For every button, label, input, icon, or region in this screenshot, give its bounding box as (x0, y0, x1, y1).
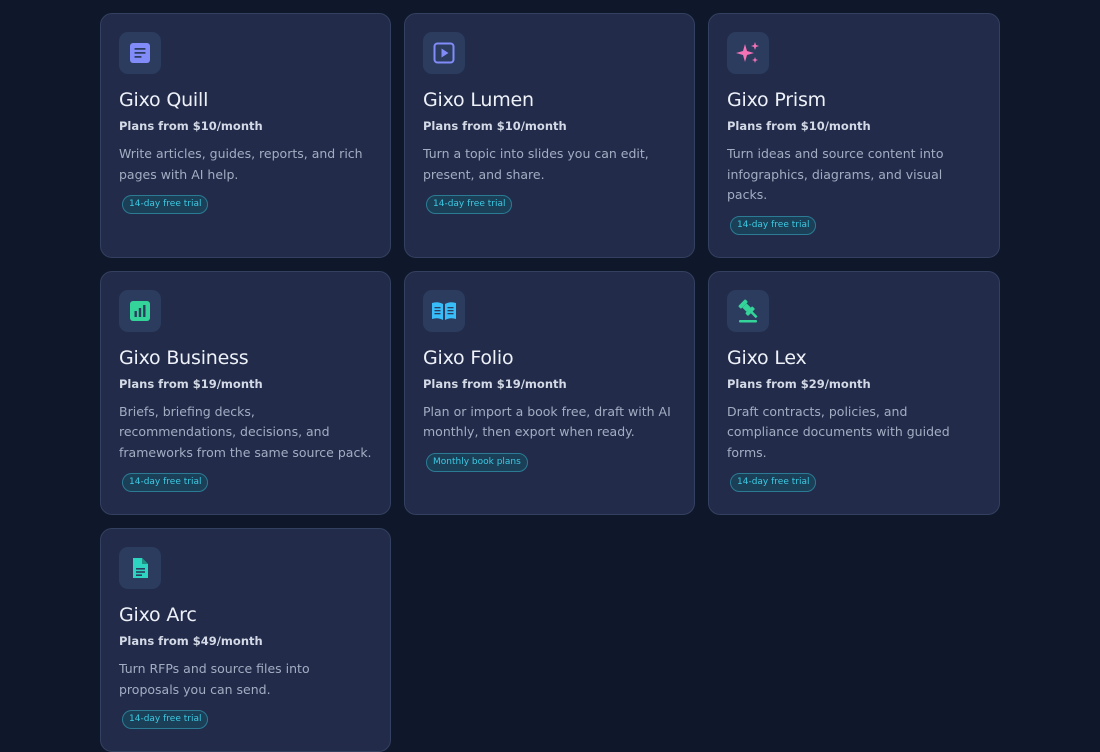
product-card-arc[interactable]: Gixo Arc Plans from $49/month Turn RFPs … (100, 528, 391, 752)
product-title: Gixo Prism (727, 89, 826, 111)
icon-tile (119, 289, 161, 332)
open-book-icon (432, 301, 456, 320)
product-card-business[interactable]: Gixo Business Plans from $19/month Brief… (100, 270, 391, 515)
product-card-quill[interactable]: Gixo Quill Plans from $10/month Write ar… (100, 13, 391, 258)
trial-badge: 14-day free trial (730, 473, 817, 492)
plans-badge: Monthly book plans (426, 452, 528, 472)
product-description: Turn RFPs and source files into proposal… (119, 661, 310, 697)
product-title: Gixo Lex (727, 346, 807, 369)
product-description: Turn ideas and source content into infog… (727, 146, 944, 202)
product-price: Plans from $19/month (119, 376, 263, 391)
file-text-icon (133, 558, 148, 578)
sparkle-icon (736, 42, 759, 63)
icon-tile (119, 32, 161, 74)
trial-badge: 14-day free trial (122, 710, 209, 729)
product-description: Plan or import a book free, draft with A… (423, 403, 671, 440)
product-card-lumen[interactable]: Gixo Lumen Plans from $10/month Turn a t… (404, 13, 695, 258)
product-price: Plans from $49/month (119, 634, 263, 648)
product-price: Plans from $19/month (423, 376, 567, 391)
product-description: Briefs, briefing decks, recommendations,… (119, 403, 372, 460)
product-title: Gixo Folio (423, 346, 514, 369)
trial-badge: 14-day free trial (730, 215, 817, 235)
product-grid: Gixo Quill Plans from $10/month Write ar… (100, 13, 1000, 752)
product-price: Plans from $10/month (727, 119, 871, 133)
play-icon (433, 42, 455, 64)
product-title: Gixo Business (119, 346, 249, 369)
icon-tile (727, 289, 769, 332)
trial-badge: 14-day free trial (426, 195, 513, 214)
trial-badge: 14-day free trial (122, 195, 209, 214)
product-description: Write articles, guides, reports, and ric… (119, 146, 363, 182)
product-title: Gixo Arc (119, 604, 197, 626)
product-card-prism[interactable]: Gixo Prism Plans from $10/month Turn ide… (708, 13, 1000, 258)
product-title: Gixo Lumen (423, 89, 534, 111)
bar-chart-icon (130, 300, 150, 321)
gavel-icon (738, 299, 758, 322)
product-title: Gixo Quill (119, 89, 209, 111)
icon-tile (727, 32, 769, 74)
trial-badge: 14-day free trial (122, 473, 209, 492)
document-icon (130, 43, 150, 63)
product-price: Plans from $29/month (727, 376, 871, 391)
product-description: Turn a topic into slides you can edit, p… (423, 146, 649, 182)
product-price: Plans from $10/month (119, 119, 263, 133)
icon-tile (119, 547, 161, 589)
icon-tile (423, 289, 465, 332)
product-card-folio[interactable]: Gixo Folio Plans from $19/month Plan or … (404, 270, 695, 515)
product-card-lex[interactable]: Gixo Lex Plans from $29/month Draft cont… (708, 270, 1000, 515)
icon-tile (423, 32, 465, 74)
product-description: Draft contracts, policies, and complianc… (727, 403, 950, 460)
product-price: Plans from $10/month (423, 119, 567, 133)
